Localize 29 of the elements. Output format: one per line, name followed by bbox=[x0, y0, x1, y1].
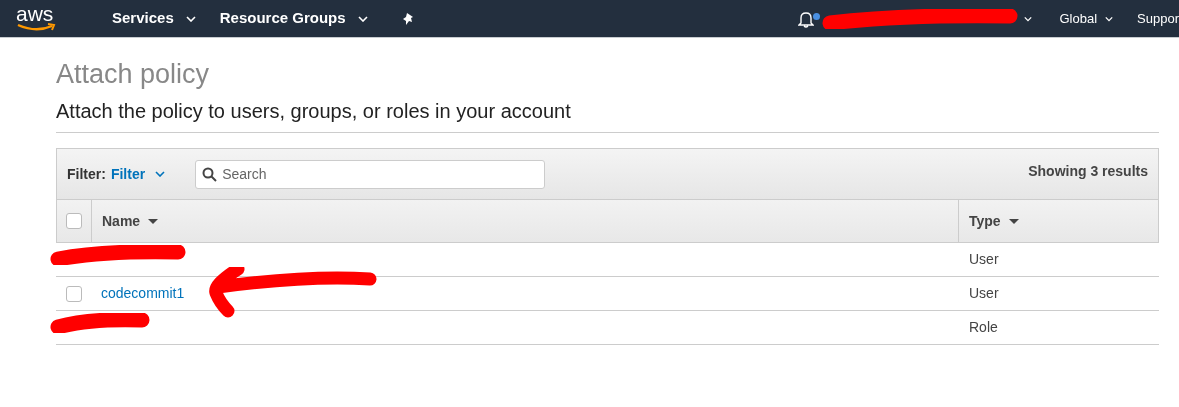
column-header[interactable]: Type bbox=[959, 200, 1158, 242]
sort-icon bbox=[148, 218, 159, 224]
filter-label: Filter: bbox=[67, 164, 106, 184]
nav-menu[interactable]: Services bbox=[112, 7, 196, 30]
search-field[interactable]: Search bbox=[195, 159, 546, 189]
type-cell-text: User bbox=[969, 250, 1000, 269]
page-title: Attach policy bbox=[56, 58, 211, 90]
page-subtitle: Attach the policy to users, groups, or roles in your account bbox=[56, 96, 1159, 133]
caret-icon bbox=[357, 15, 368, 22]
bell-icon[interactable] bbox=[797, 9, 814, 28]
caret-icon bbox=[185, 15, 196, 22]
logo[interactable]: aws bbox=[16, 4, 54, 23]
name-link[interactable]: codecommit1 bbox=[101, 283, 185, 304]
caret-icon bbox=[155, 171, 166, 177]
caret-icon bbox=[1023, 15, 1032, 22]
caret-icon bbox=[1105, 15, 1114, 22]
column-header[interactable]: Name bbox=[92, 200, 959, 242]
checkbox[interactable] bbox=[66, 213, 82, 229]
nav-menu[interactable]: Resource Groups bbox=[219, 7, 368, 30]
region-menu[interactable]: Global bbox=[1059, 8, 1114, 29]
type-cell-text: User bbox=[969, 284, 1000, 303]
support-menu[interactable]: Suppor bbox=[1137, 8, 1179, 29]
result-count: Showing 3 results bbox=[1028, 162, 1148, 181]
search-icon bbox=[202, 166, 218, 182]
sort-icon bbox=[1008, 218, 1019, 224]
filter-dropdown[interactable]: Filter bbox=[110, 163, 166, 185]
checkbox[interactable] bbox=[65, 285, 82, 302]
smile-icon bbox=[16, 22, 58, 33]
type-cell-text: Role bbox=[969, 318, 999, 337]
